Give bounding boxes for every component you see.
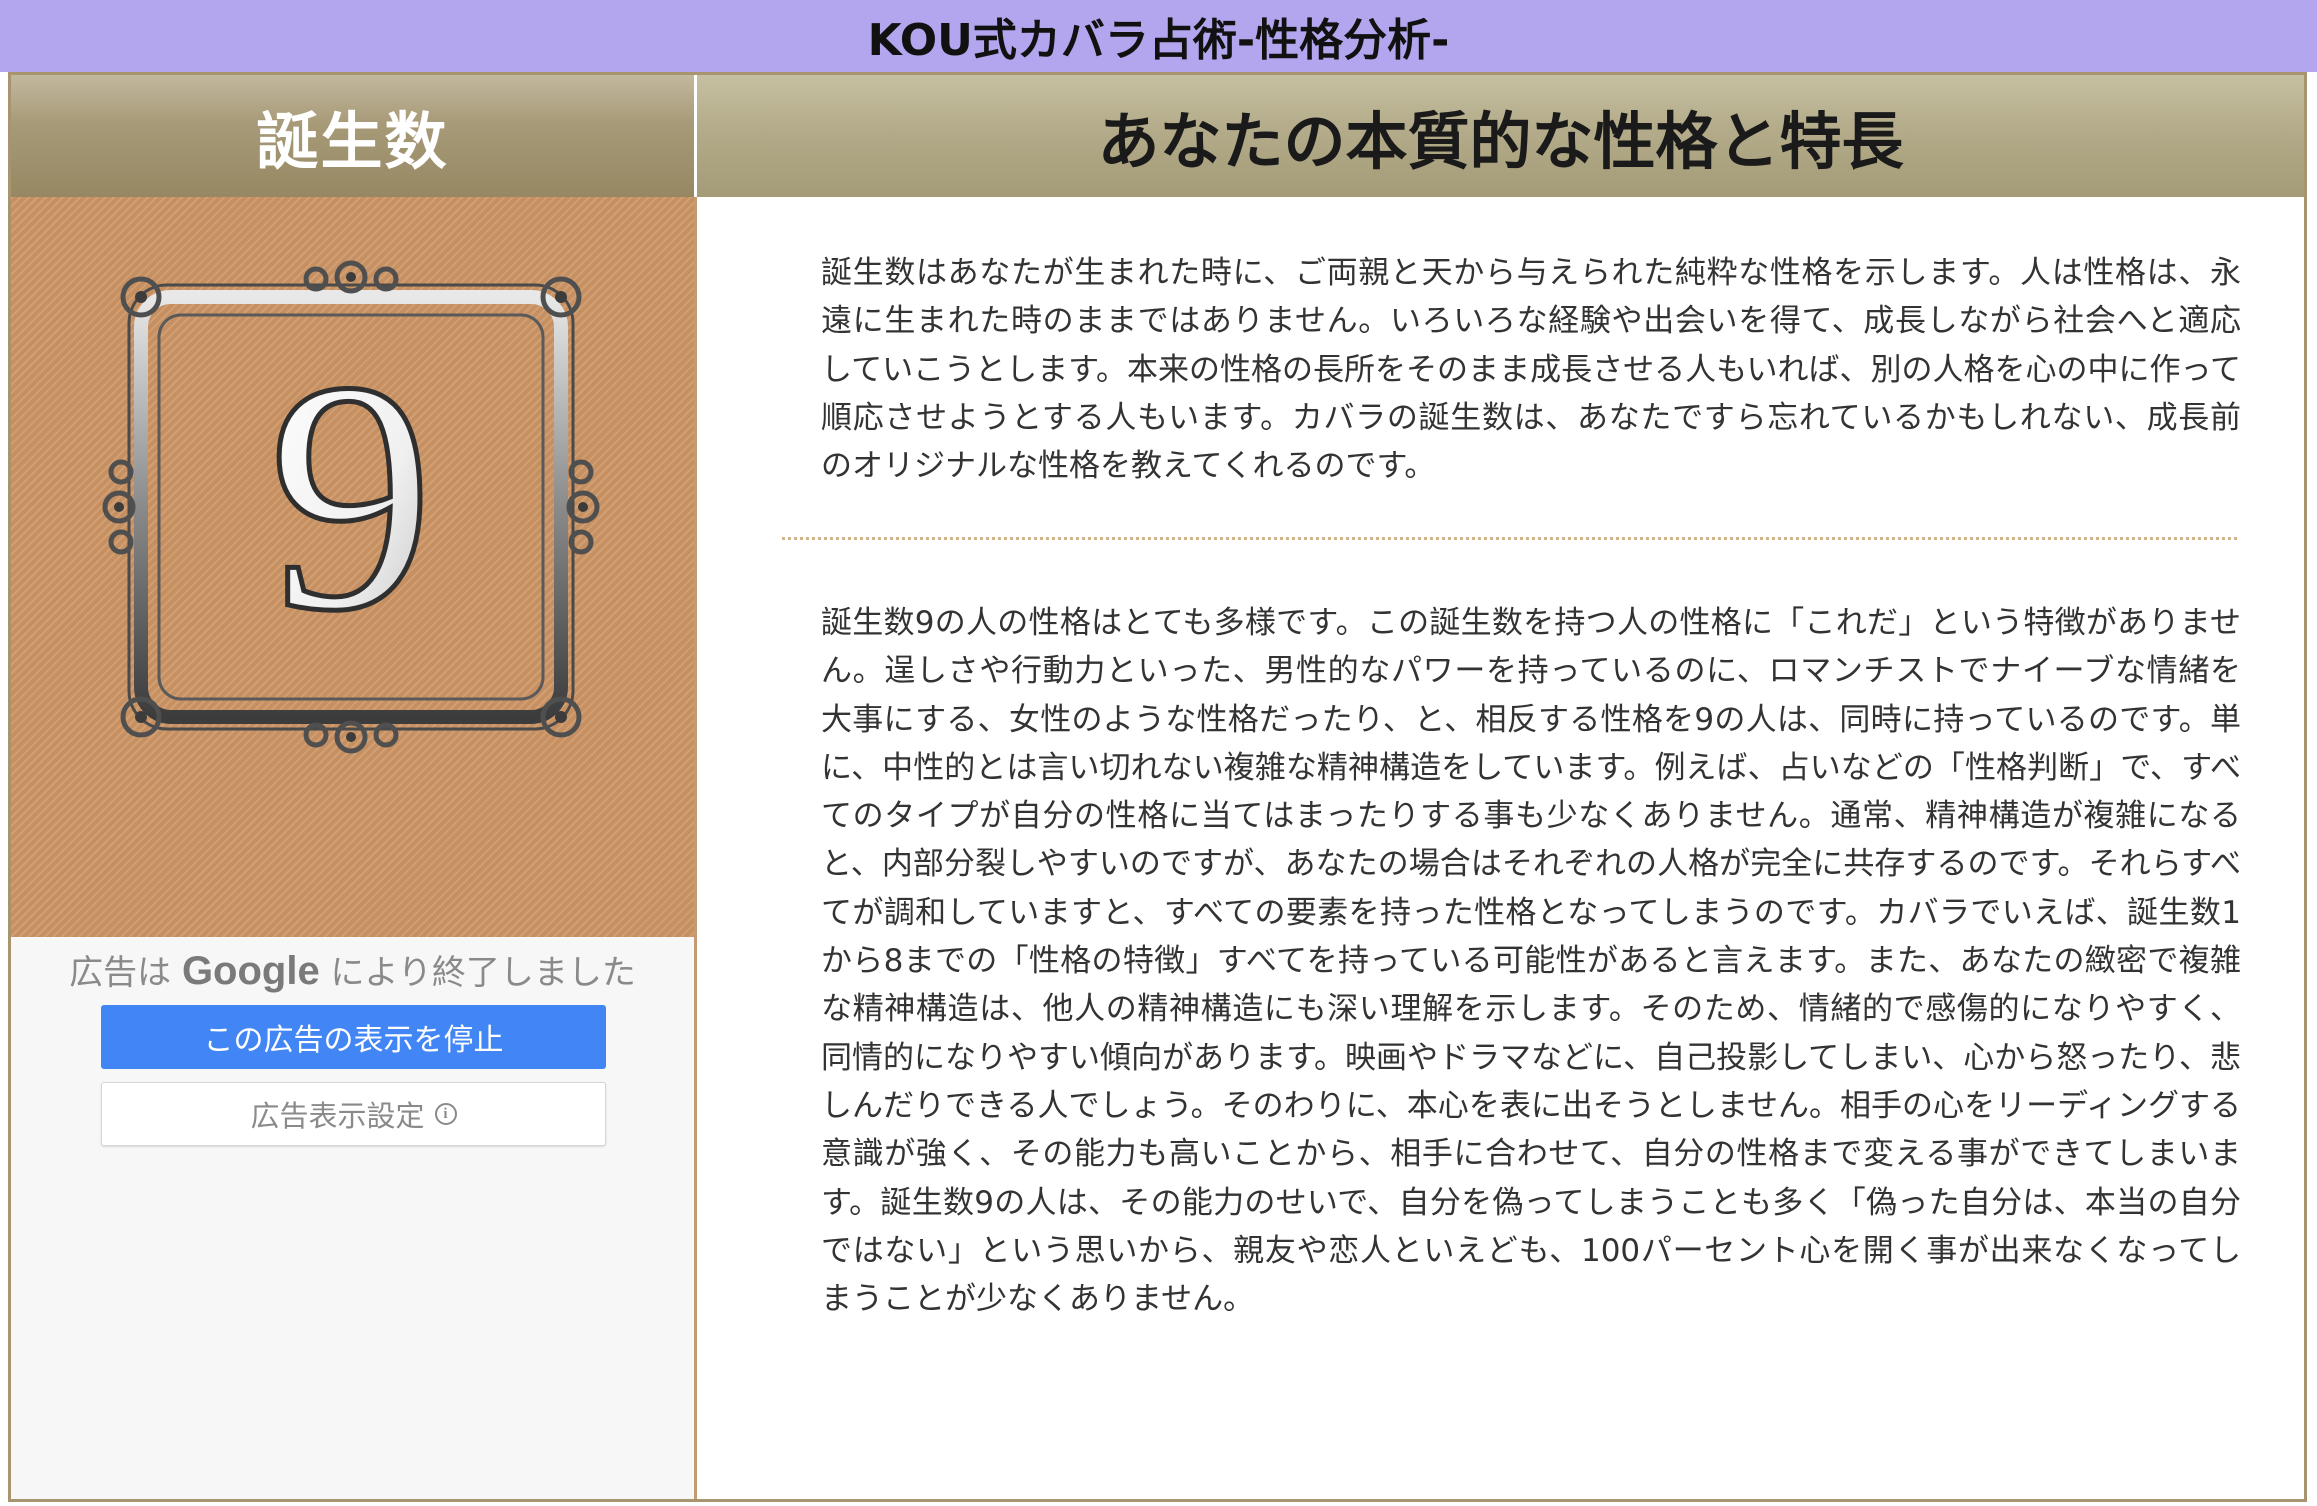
dotted-divider [782,537,2237,540]
birth-number-panel: 9 [11,197,694,937]
ad-closed-message: 広告は Google により終了しました [11,945,694,994]
stop-ad-label: この広告の表示を停止 [203,1023,504,1058]
right-column: 誕生数はあなたが生まれた時に、ご両親と天から与えられた純粋な性格を示します。人は… [697,197,2304,1499]
personality-heading: あなたの本質的な性格と特長 [1097,105,1904,178]
birth-number-heading: 誕生数 [256,105,449,178]
info-icon: i [434,1103,457,1125]
ad-closed-suffix: により終了しました [330,953,636,993]
app-title-bar: KOU式カバラ占術-性格分析- [0,0,2317,72]
google-logo: Google [181,949,320,993]
ad-closed-prefix: 広告は [69,953,172,993]
header-row: 誕生数 あなたの本質的な性格と特長 [11,75,2304,197]
birth-number-value: 9 [269,314,434,679]
ad-settings-label: 広告表示設定 [250,1099,425,1133]
page: KOU式カバラ占術-性格分析- 誕生数 あなたの本質的な性格と特長 9 広告は … [0,0,2317,1506]
header-left: 誕生数 [11,75,694,197]
stop-ad-button[interactable]: この広告の表示を停止 [101,1005,606,1069]
intro-paragraph: 誕生数はあなたが生まれた時に、ご両親と天から与えられた純粋な性格を示します。人は… [821,255,2241,485]
header-right: あなたの本質的な性格と特長 [697,75,2304,197]
ad-settings-button[interactable]: 広告表示設定 i [101,1082,606,1146]
ad-closed-box: 広告は Google により終了しました この広告の表示を停止 広告表示設定 i [11,937,694,1499]
app-title: KOU式カバラ占術-性格分析- [867,15,1450,66]
left-column: 9 広告は Google により終了しました この広告の表示を停止 広告表示設定… [11,197,697,1499]
number-nine-paragraph: 誕生数9の人の性格はとても多様です。この誕生数を持つ人の性格に「これだ」という特… [821,605,2241,1318]
ornate-frame-icon: 9 [102,260,600,754]
content-frame: 誕生数 あなたの本質的な性格と特長 9 広告は Google により終了しました… [8,72,2307,1502]
